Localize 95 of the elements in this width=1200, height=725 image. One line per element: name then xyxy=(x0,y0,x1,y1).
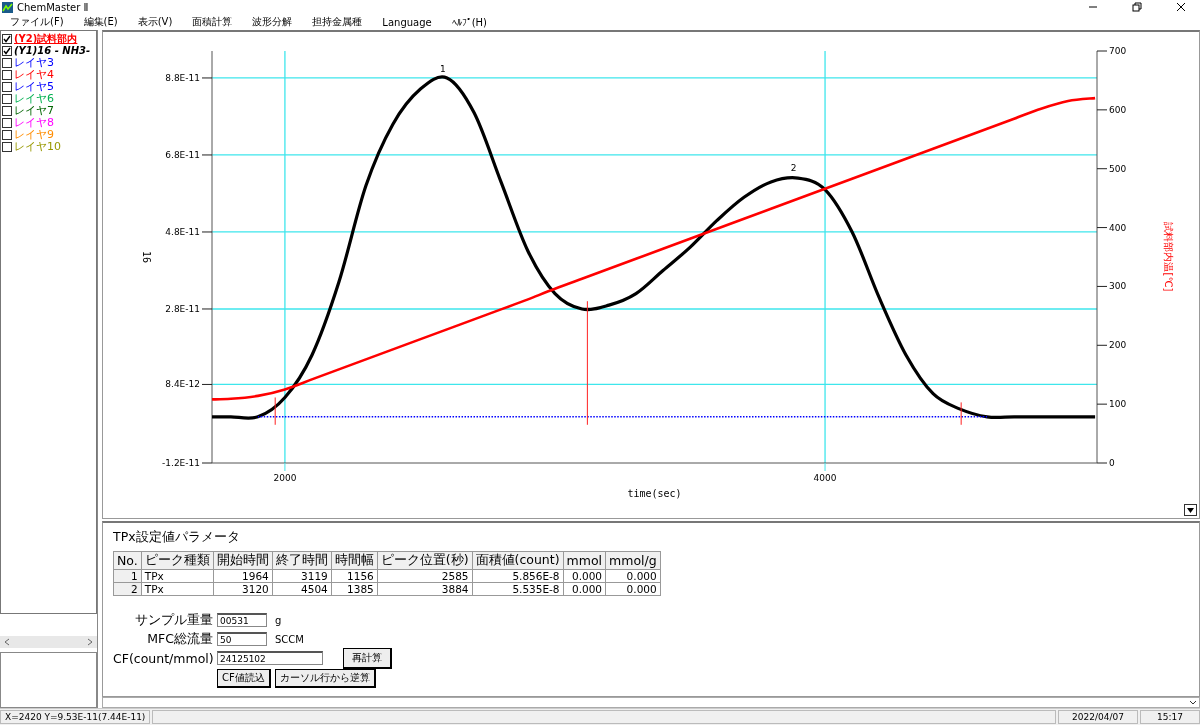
menu-item[interactable]: 担持金属種 xyxy=(312,15,363,29)
horizontal-scrollbar[interactable] xyxy=(0,636,97,648)
scroll-left-icon[interactable] xyxy=(4,638,10,646)
tick-label: 2.8E-11 xyxy=(165,304,200,314)
status-date: 2022/04/07 xyxy=(1058,710,1138,724)
table-cell: 0.000 xyxy=(605,582,661,596)
tick-label: 4000 xyxy=(813,473,837,483)
status-time: 15:17 xyxy=(1140,710,1200,724)
section-title: TPx設定値パラメータ xyxy=(113,529,241,546)
menu-item[interactable]: Language xyxy=(382,16,432,28)
column-header: mmol xyxy=(563,551,606,570)
table-cell: 0.000 xyxy=(605,569,661,583)
table-cell: 1156 xyxy=(331,569,378,583)
menu-item[interactable]: 編集(E) xyxy=(83,15,118,29)
checkbox[interactable] xyxy=(2,142,12,152)
tick-label: 8.8E-11 xyxy=(165,72,200,83)
field-label: サンプル重量 xyxy=(134,611,213,629)
layer-label[interactable]: レイヤ7 xyxy=(14,105,54,117)
tick-label: 400 xyxy=(1109,222,1127,233)
recalculate-button[interactable]: 再計算 xyxy=(343,647,392,669)
column-header: ピーク位置(秒) xyxy=(377,551,473,570)
tick-label: 100 xyxy=(1109,399,1127,410)
table-cell: 0.000 xyxy=(563,569,606,583)
checkbox[interactable] xyxy=(2,118,12,128)
checkbox[interactable] xyxy=(2,70,12,80)
checkbox[interactable] xyxy=(2,58,12,68)
restore-icon[interactable] xyxy=(1132,2,1142,12)
table-cell: 2585 xyxy=(377,569,473,583)
window-title: ChemMaster Ⅱ xyxy=(17,1,89,13)
field-label: MFC総流量 xyxy=(146,630,213,648)
tick-label: 200 xyxy=(1109,340,1127,351)
unit-label: g xyxy=(275,614,282,626)
checkbox[interactable] xyxy=(2,106,12,116)
peak-label: 1 xyxy=(440,63,446,74)
tick-label: 8.4E-12 xyxy=(165,379,200,390)
column-header: 終了時間 xyxy=(272,551,332,570)
menu-item[interactable]: ﾍﾙﾌﾟ(H) xyxy=(451,16,488,28)
checkbox[interactable] xyxy=(2,34,12,44)
table-cell: TPx xyxy=(141,582,214,596)
menu-item[interactable]: 面積計算 xyxy=(192,15,233,29)
table-cell: 4504 xyxy=(272,582,332,596)
layer-label[interactable]: (Y2)試料部内 xyxy=(14,33,78,45)
field-label: CF(count/mmol) xyxy=(113,650,213,666)
table-cell: TPx xyxy=(141,569,214,583)
unit-label: SCCM xyxy=(275,633,304,645)
table-cell: 0.000 xyxy=(563,582,606,596)
tick-label: 600 xyxy=(1109,104,1127,115)
close-icon[interactable] xyxy=(1176,2,1186,12)
tick-label: 700 xyxy=(1109,46,1127,56)
table-cell: 1964 xyxy=(213,569,273,583)
table-cell: 5.535E-8 xyxy=(472,582,564,596)
tick-label: 6.8E-11 xyxy=(165,149,200,160)
app-logo-icon xyxy=(2,1,13,13)
checkbox[interactable] xyxy=(2,130,12,140)
dropdown-field[interactable] xyxy=(102,697,1200,708)
table-cell: 1385 xyxy=(331,582,378,596)
table-cell: 3120 xyxy=(213,582,273,596)
checkbox[interactable] xyxy=(2,46,12,56)
layer-label[interactable]: レイヤ3 xyxy=(14,57,54,69)
tick-label: 300 xyxy=(1109,281,1127,292)
table-cell: 5.856E-8 xyxy=(472,569,564,583)
tick-label: 500 xyxy=(1109,163,1127,174)
action-button[interactable]: カーソル行から逆算 xyxy=(274,669,376,688)
column-header: mmol/g xyxy=(605,551,661,570)
column-header: No. xyxy=(113,551,142,570)
column-header: ピーク種類 xyxy=(141,551,214,570)
menu-item[interactable]: 表示(V) xyxy=(137,15,173,29)
action-button[interactable]: CF値読込 xyxy=(217,669,271,688)
layer-label[interactable]: レイヤ4 xyxy=(14,69,54,81)
caret-icon[interactable] xyxy=(1189,700,1197,705)
axis-title: 試料部内温[℃] xyxy=(1163,222,1174,292)
table-cell: 3119 xyxy=(272,569,332,583)
peak-label: 2 xyxy=(790,162,797,173)
column-header: 時間幅 xyxy=(331,551,378,570)
column-header: 開始時間 xyxy=(213,551,273,570)
cursor-position: X=2420 Y=9.53E-11(7.44E-11) xyxy=(0,710,151,724)
layer-label[interactable]: レイヤ5 xyxy=(14,81,54,93)
column-header: 面積値(count) xyxy=(472,551,564,570)
list-box[interactable] xyxy=(0,652,97,708)
table-cell: 3884 xyxy=(377,582,473,596)
menu-item[interactable]: ファイル(F) xyxy=(10,15,64,29)
tick-label: 2000 xyxy=(273,473,297,483)
tick-label: 0 xyxy=(1109,458,1115,468)
tick-label: 4.8E-11 xyxy=(165,226,200,237)
checkbox[interactable] xyxy=(2,82,12,92)
checkbox[interactable] xyxy=(2,94,12,104)
menu-item[interactable]: 波形分解 xyxy=(252,15,293,29)
scroll-right-icon[interactable] xyxy=(87,638,93,646)
axis-title: time(sec) xyxy=(627,488,682,499)
input-field[interactable]: 50 xyxy=(217,632,267,646)
input-field[interactable]: 00531 xyxy=(217,613,267,627)
layer-label[interactable]: (Y1)16 - NH3- xyxy=(14,45,91,57)
axis-title: 16 xyxy=(141,251,152,263)
input-field[interactable]: 24125102 xyxy=(217,651,323,665)
tick-label: -1.2E-11 xyxy=(162,458,200,468)
